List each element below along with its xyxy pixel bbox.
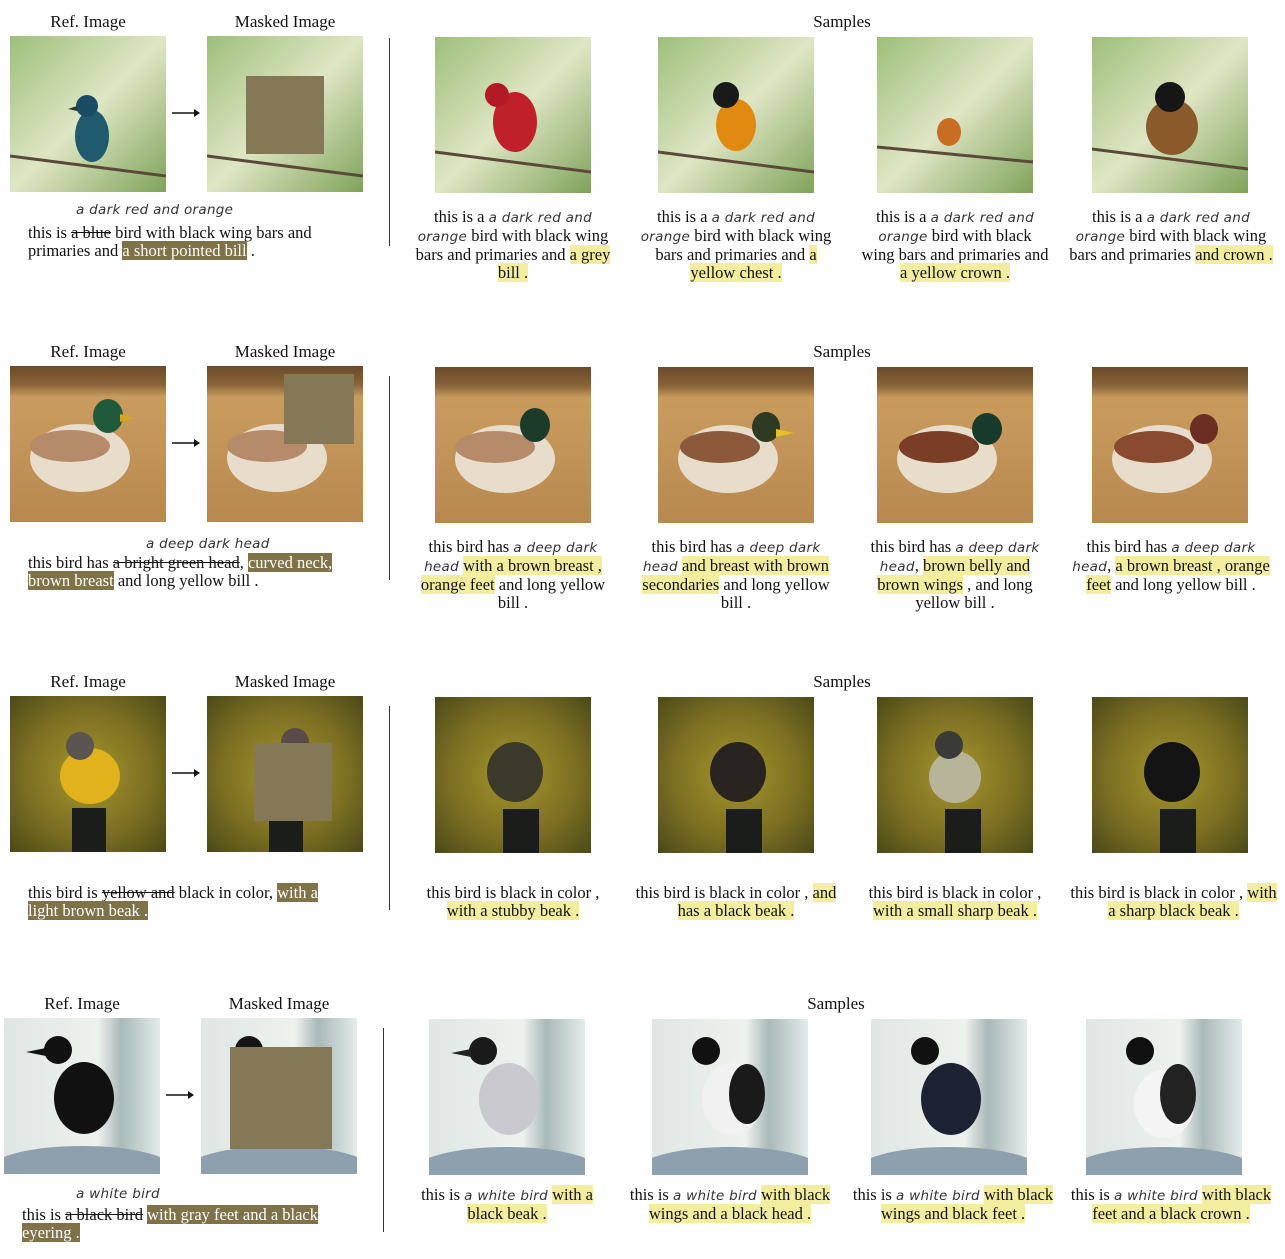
masked-image [207,696,363,852]
sample-caption: this bird has a deep dark head, brown be… [870,537,1040,612]
divider-line [383,1028,384,1232]
sample-caption: this is a a dark red and orange bird wit… [415,207,611,282]
ref-image-label: Ref. Image [50,12,126,31]
highlight: a short pointed bill [122,241,247,260]
ref-caption: this bird is yellow and black in color, … [28,883,318,920]
ref-caption: this bird has a bright green head, curve… [28,553,333,590]
samples-label: Samples [813,12,871,31]
sample-image [429,1019,585,1175]
sample-caption: this bird has a deep dark head with a br… [420,537,606,612]
sample-image [658,367,814,523]
sample-caption: this is a white bird with black feet and… [1070,1185,1272,1223]
ref-caption: this is a black bird with gray feet and … [22,1205,319,1242]
masked-image-label: Masked Image [234,342,336,361]
samples-label: Samples [813,342,871,361]
sample-caption: this is a a dark red and orange bird wit… [1069,207,1273,264]
removed-text: a black bird [65,1205,143,1224]
sample-caption: this is a a dark red and orange bird wit… [640,207,832,282]
samples-label: Samples [813,672,871,691]
sample-caption: this is a a dark red and orange bird wit… [861,207,1049,282]
ref-image-duck [10,366,166,522]
ref-image-label: Ref. Image [50,672,126,691]
arrow-icon [172,439,200,447]
sample-image [1092,37,1248,193]
edit-text: a deep dark head [146,536,270,552]
edit-text: a white bird [76,1186,160,1202]
sample-caption: this bird is black in color , with a stu… [426,883,600,920]
masked-image-label: Masked Image [234,672,336,691]
sample-image [435,697,591,853]
removed-text: a blue [71,223,111,242]
divider-line [389,38,390,246]
sample-image [658,697,814,853]
sample-caption: this is a white bird with a black beak . [421,1185,593,1223]
ref-image-yellow-bird [10,696,166,852]
sample-caption: this is a white bird with black wings an… [629,1185,831,1223]
sample-image [652,1019,808,1175]
ref-image-label: Ref. Image [44,994,120,1013]
sample-image [871,1019,1027,1175]
removed-text: yellow and [101,883,175,902]
masked-image [201,1018,357,1174]
sample-caption: this bird is black in color , with a sma… [868,883,1042,920]
ref-image-label: Ref. Image [50,342,126,361]
sample-image [877,367,1033,523]
divider-line [389,376,390,580]
masked-image [207,366,363,522]
arrow-icon [172,769,200,777]
arrow-icon [172,109,200,117]
masked-image-label: Masked Image [234,12,336,31]
divider-line [389,706,390,910]
sample-caption: this bird has a deep dark head and breas… [642,537,830,612]
sample-caption: this is a white bird with black wings an… [852,1185,1054,1223]
sample-image [435,37,591,193]
sample-image [658,37,814,193]
masked-image-label: Masked Image [228,994,330,1013]
sample-caption: this bird has a deep dark head, a brown … [1072,537,1270,594]
edit-text: a dark red and orange [76,202,234,218]
ref-image-crow [4,1018,160,1174]
sample-image [1092,697,1248,853]
removed-text: a bright green head [112,553,240,572]
sample-image [435,367,591,523]
samples-label: Samples [807,994,865,1013]
sample-image [877,37,1033,193]
sample-image [1092,367,1248,523]
sample-caption: this bird is black in color , and has a … [635,883,837,920]
arrow-icon [166,1091,194,1099]
ref-image-blue-bird [10,36,166,192]
ref-caption: this is a blue bird with black wing bars… [28,223,312,260]
masked-image [207,36,363,192]
sample-image [877,697,1033,853]
sample-caption: this bird is black in color , with a sha… [1070,883,1277,920]
sample-image [1086,1019,1242,1175]
